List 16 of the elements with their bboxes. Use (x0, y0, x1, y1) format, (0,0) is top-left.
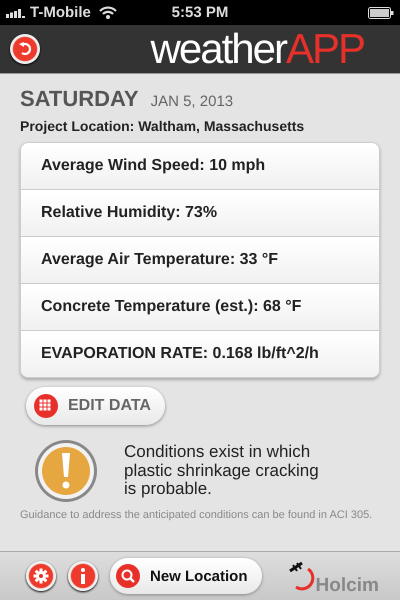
brand-name: Holcim (316, 575, 379, 597)
app-logo: weatherAPP (150, 28, 364, 70)
date-label: JAN 5, 2013 (150, 93, 234, 110)
project-location: Project Location: Waltham, Massachusetts (20, 118, 306, 134)
guidance-note: Guidance to address the anticipated conditions can be found in ACI 305. (20, 509, 374, 522)
new-location-button[interactable]: New Location (110, 558, 262, 594)
clock-time: 5:53 PM (172, 4, 228, 21)
edit-data-button[interactable]: EDIT DATA (26, 387, 165, 425)
carrier-name: T-Mobile (30, 4, 91, 21)
day-title: SATURDAY (20, 86, 139, 112)
warning-message: Conditions exist in which plastic shrinkage cracking is probable. (124, 442, 320, 500)
reading-row: Relative Humidity: 73% (21, 189, 379, 236)
reading-row: Average Air Temperature: 33 °F (21, 236, 379, 283)
reading-row: EVAPORATION RATE: 0.168 lb/ft^2/h (21, 330, 379, 377)
reading-row: Average Wind Speed: 10 mph (21, 143, 379, 189)
reading-row: Concrete Temperature (est.): 68 °F (21, 283, 379, 330)
